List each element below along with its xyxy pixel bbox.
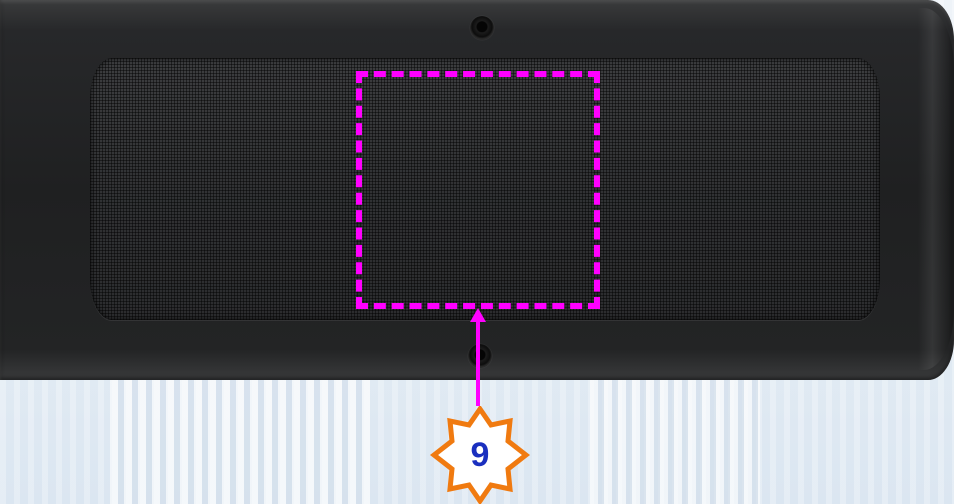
screw-hole-bottom: [468, 344, 492, 368]
background-reflection-right: [590, 380, 760, 504]
callout-number: 9: [470, 435, 490, 474]
background-reflection-left: [110, 380, 370, 504]
highlight-region: [356, 71, 600, 309]
callout-badge: 9: [430, 406, 530, 504]
device-edge: [918, 8, 954, 370]
callout-arrow-head-icon: [470, 308, 486, 322]
callout-arrow-line: [476, 318, 480, 406]
screw-hole-top: [470, 16, 494, 40]
